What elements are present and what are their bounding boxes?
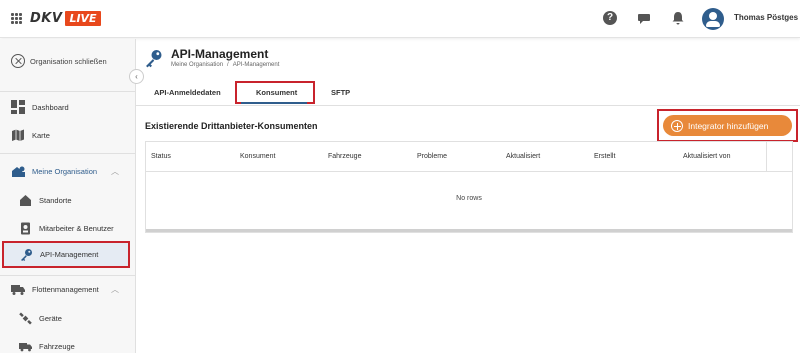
chevron-up-icon[interactable]: ︿: [111, 166, 119, 177]
table-header: Status Konsument Fahrzeuge Probleme Aktu…: [146, 142, 792, 172]
sidebar-item-label: Fahrzeuge: [39, 341, 75, 351]
add-integrator-highlight: Integrator hinzufügen: [657, 109, 798, 142]
dkv-live-logo[interactable]: DKV LIVE: [30, 11, 101, 26]
sidebar-item-mitarbeiter[interactable]: Mitarbeiter & Benutzer: [0, 217, 135, 239]
breadcrumb: Meine Organisation / API-Management: [171, 62, 279, 68]
sidebar-item-label: Flottenmanagement: [32, 284, 99, 294]
user-avatar-icon[interactable]: [702, 8, 724, 30]
sidebar-item-label: Dashboard: [32, 102, 69, 112]
logo-live-text: LIVE: [65, 11, 101, 26]
empty-table-message: No rows: [456, 195, 482, 202]
top-bar: DKV LIVE ? Thomas Pöstges: [0, 0, 800, 38]
close-organisation-button[interactable]: Organisation schließen: [11, 54, 107, 68]
sidebar-item-label: Mitarbeiter & Benutzer: [39, 223, 114, 233]
dashboard-icon: [11, 100, 25, 114]
help-icon[interactable]: ?: [603, 11, 617, 25]
tab-konsument[interactable]: Konsument: [256, 88, 297, 97]
truck-icon: [11, 282, 25, 296]
column-header-aktualisiert-von[interactable]: Aktualisiert von: [683, 153, 730, 160]
add-integrator-button[interactable]: Integrator hinzufügen: [663, 115, 792, 136]
column-header-probleme[interactable]: Probleme: [417, 153, 447, 160]
add-integrator-label: Integrator hinzufügen: [688, 120, 769, 131]
sidebar-item-standorte[interactable]: Standorte: [0, 189, 135, 211]
plus-circle-icon: [671, 119, 683, 132]
column-header-fahrzeuge[interactable]: Fahrzeuge: [328, 153, 361, 160]
sidebar-item-meine-organisation[interactable]: Meine Organisation ︿: [0, 160, 135, 182]
column-header-status[interactable]: Status: [151, 153, 171, 160]
badge-icon: [19, 222, 32, 235]
column-header-aktualisiert[interactable]: Aktualisiert: [506, 153, 540, 160]
section-title: Existierende Drittanbieter-Konsumenten: [145, 121, 318, 131]
sidebar-item-label: API-Management: [40, 250, 99, 259]
sidebar-item-geraete[interactable]: Geräte: [0, 307, 135, 329]
sidebar-item-label: Geräte: [39, 313, 62, 323]
organisation-icon: [11, 164, 25, 178]
key-icon: [20, 248, 33, 261]
tab-api-anmeldedaten[interactable]: API-Anmeldedaten: [154, 88, 221, 97]
collapse-sidebar-button[interactable]: ‹: [129, 69, 144, 84]
sidebar-divider: [0, 275, 135, 276]
chat-icon[interactable]: [637, 11, 651, 25]
apps-grid-icon[interactable]: [11, 13, 22, 24]
column-header-erstellt[interactable]: Erstellt: [594, 153, 615, 160]
sidebar-item-label: Standorte: [39, 195, 72, 205]
key-icon: [145, 49, 163, 69]
sidebar-item-flottenmanagement[interactable]: Flottenmanagement ︿: [0, 278, 135, 300]
sidebar-item-karte[interactable]: Karte: [0, 124, 135, 146]
column-header-konsument[interactable]: Konsument: [240, 153, 275, 160]
consumers-table: Status Konsument Fahrzeuge Probleme Aktu…: [145, 141, 793, 233]
sidebar-item-label: Karte: [32, 130, 50, 140]
tab-sftp[interactable]: SFTP: [331, 88, 350, 97]
tabs-divider: [136, 105, 800, 106]
chevron-up-icon[interactable]: ︿: [111, 284, 119, 295]
sidebar-divider: [0, 153, 135, 154]
bell-icon[interactable]: [671, 11, 685, 25]
logo-dkv-text: DKV: [30, 11, 63, 26]
breadcrumb-item[interactable]: Meine Organisation: [171, 62, 223, 68]
vehicle-icon: [19, 340, 32, 353]
close-organisation-label: Organisation schließen: [30, 56, 107, 66]
table-footer: [146, 229, 792, 232]
page-title: API-Management: [171, 47, 269, 61]
map-icon: [11, 128, 25, 142]
satellite-icon: [19, 311, 32, 325]
user-name[interactable]: Thomas Pöstges: [734, 13, 798, 22]
house-icon: [19, 194, 32, 207]
sidebar-item-fahrzeuge[interactable]: Fahrzeuge: [0, 335, 135, 353]
breadcrumb-separator: /: [227, 62, 229, 68]
sidebar: Organisation schließen Dashboard Karte M…: [0, 39, 136, 353]
breadcrumb-item: API-Management: [232, 62, 280, 68]
sidebar-item-api-management[interactable]: API-Management: [2, 241, 130, 268]
sidebar-divider: [0, 91, 135, 92]
active-tab-indicator: [241, 102, 307, 104]
sidebar-item-label: Meine Organisation: [32, 166, 98, 176]
sidebar-item-dashboard[interactable]: Dashboard: [0, 96, 135, 118]
close-circle-icon: [11, 54, 25, 68]
column-separator: [766, 142, 767, 171]
